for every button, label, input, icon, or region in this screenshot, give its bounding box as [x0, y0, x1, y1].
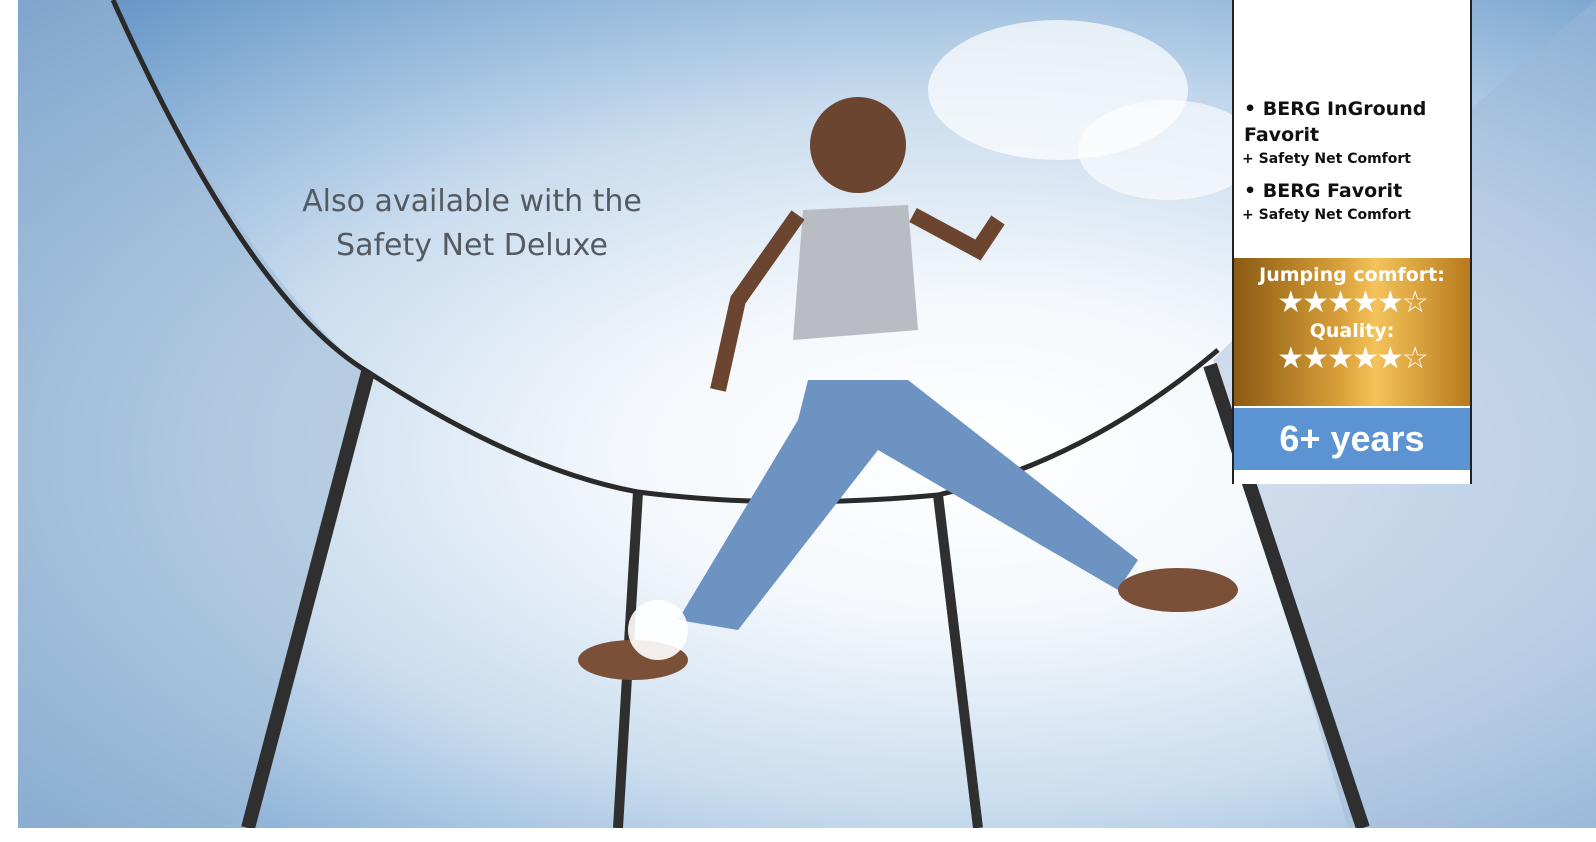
- product-accessory: + Safety Net Comfort: [1242, 207, 1411, 223]
- rating-band: Jumping comfort: ★★★★★☆ Quality: ★★★★★☆: [1234, 258, 1470, 406]
- caption-line-1: Also available with the: [302, 184, 642, 219]
- product-info-panel: • BERG InGround Favorit + Safety Net Com…: [1232, 0, 1472, 484]
- jumping-comfort-stars: ★★★★★☆: [1277, 286, 1428, 319]
- product-name: • BERG InGround Favorit: [1244, 98, 1427, 146]
- quality-stars: ★★★★★☆: [1277, 342, 1428, 375]
- jumping-comfort-label: Jumping comfort:: [1259, 264, 1445, 286]
- caption-line-2: Safety Net Deluxe: [336, 228, 608, 263]
- quality-label: Quality:: [1309, 320, 1395, 342]
- product-name: • BERG Favorit: [1244, 180, 1403, 202]
- product-list: • BERG InGround Favorit + Safety Net Com…: [1242, 96, 1466, 234]
- caption: Also available with the Safety Net Delux…: [262, 180, 682, 268]
- age-badge: 6+ years: [1234, 408, 1470, 470]
- product-accessory: + Safety Net Comfort: [1242, 151, 1411, 167]
